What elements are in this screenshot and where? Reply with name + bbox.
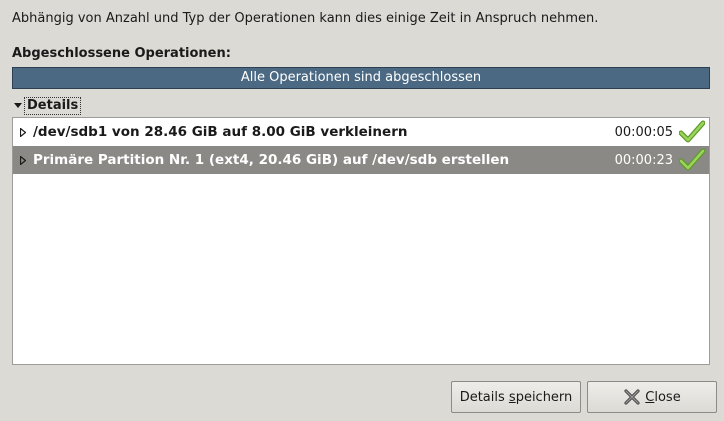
save-details-button[interactable]: Details s peichern: [451, 381, 581, 413]
close-label-suffix: lose: [654, 389, 681, 405]
progress-text: Alle Operationen sind abgeschlossen: [240, 70, 482, 85]
completed-operations-label: Abgeschlossene Operationen:: [12, 46, 231, 61]
operation-row[interactable]: /dev/sdb1 von 28.46 GiB auf 8.00 GiB ver…: [13, 118, 709, 146]
check-icon: [679, 120, 705, 144]
details-expander[interactable]: Details: [12, 97, 82, 115]
operations-list[interactable]: /dev/sdb1 von 28.46 GiB auf 8.00 GiB ver…: [12, 117, 710, 365]
operation-text: /dev/sdb1 von 28.46 GiB auf 8.00 GiB ver…: [33, 124, 408, 140]
save-details-mnemonic: s: [508, 389, 516, 405]
operation-text: Primäre Partition Nr. 1 (ext4, 20.46 GiB…: [33, 152, 510, 168]
details-label[interactable]: Details: [24, 97, 82, 115]
close-icon: [623, 388, 641, 406]
operation-time: 00:00:23: [614, 152, 673, 168]
check-icon: [679, 148, 705, 172]
close-button[interactable]: Close: [587, 381, 717, 413]
expand-arrow-right-icon[interactable]: [13, 127, 33, 137]
operation-time: 00:00:05: [614, 124, 673, 140]
save-details-label-prefix: Details: [459, 389, 509, 405]
close-mnemonic: C: [645, 389, 655, 405]
expander-arrow-down-icon[interactable]: [12, 103, 24, 109]
info-text: Abhängig von Anzahl und Typ der Operatio…: [12, 11, 599, 26]
save-details-label-suffix: peichern: [515, 389, 573, 405]
progress-bar: Alle Operationen sind abgeschlossen: [12, 67, 710, 89]
expand-arrow-right-icon[interactable]: [13, 155, 33, 165]
operation-row-selected[interactable]: Primäre Partition Nr. 1 (ext4, 20.46 GiB…: [13, 146, 709, 174]
